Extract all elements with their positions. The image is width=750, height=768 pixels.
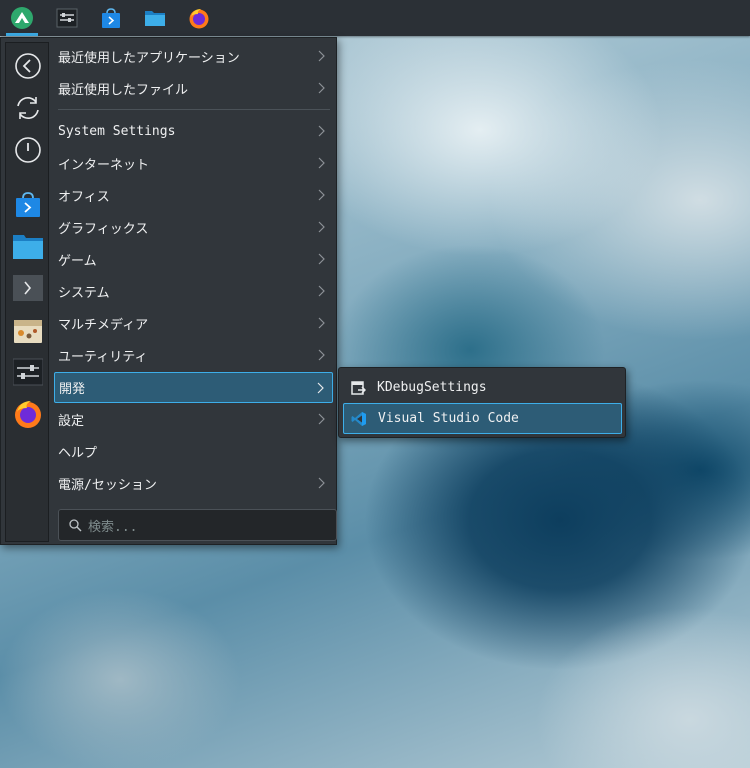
firefox-icon bbox=[14, 400, 41, 428]
chevron-right-icon bbox=[318, 477, 325, 489]
menu-item-recent-apps[interactable]: 最近使用したアプリケーション bbox=[54, 41, 333, 72]
menu-item-label: 最近使用したファイル bbox=[58, 83, 189, 98]
power-icon bbox=[14, 136, 41, 163]
chevron-right-icon bbox=[318, 349, 325, 361]
task-discover[interactable] bbox=[96, 3, 126, 33]
menu-item-system-settings[interactable]: System Settings bbox=[54, 116, 333, 147]
search-placeholder: 検索... bbox=[88, 519, 138, 535]
menu-item-label: 設定 bbox=[58, 414, 85, 429]
chevron-right-icon bbox=[318, 317, 325, 329]
favorite-folder[interactable] bbox=[11, 229, 44, 262]
submenu-item-label: KDebugSettings bbox=[377, 380, 487, 395]
menu-item-recent-files[interactable]: 最近使用したファイル bbox=[54, 73, 333, 104]
search-icon bbox=[69, 518, 82, 531]
submenu-item-kdebugsettings[interactable]: KDebugSettings bbox=[343, 372, 622, 403]
favorite-archive[interactable] bbox=[11, 313, 44, 346]
menu-separator bbox=[58, 109, 330, 110]
task-firefox[interactable] bbox=[184, 3, 214, 33]
settings-sliders-icon bbox=[12, 358, 43, 385]
development-submenu: KDebugSettings Visual Studio Code bbox=[338, 367, 626, 438]
menu-item-label: オフィス bbox=[58, 190, 110, 205]
chevron-right-icon bbox=[318, 413, 325, 425]
folder-icon bbox=[12, 234, 43, 259]
menu-item-settings[interactable]: 設定 bbox=[54, 404, 333, 435]
task-system-monitor[interactable] bbox=[52, 3, 82, 33]
chevron-right-icon bbox=[317, 382, 324, 394]
app-launcher-icon bbox=[11, 7, 33, 29]
menu-item-label: 最近使用したアプリケーション bbox=[58, 51, 240, 66]
search-input[interactable]: 検索... bbox=[58, 509, 337, 541]
menu-item-label: System Settings bbox=[58, 124, 176, 139]
chevron-right-icon bbox=[318, 189, 325, 201]
application-menu: 最近使用したアプリケーション 最近使用したファイル System Setting… bbox=[0, 37, 337, 545]
terminal-icon bbox=[12, 274, 43, 301]
menu-item-multimedia[interactable]: マルチメディア bbox=[54, 308, 333, 339]
favorites-sidebar bbox=[5, 42, 49, 542]
chevron-right-icon bbox=[318, 50, 325, 62]
favorite-system-settings[interactable] bbox=[11, 355, 44, 388]
submenu-item-label: Visual Studio Code bbox=[378, 411, 519, 426]
menu-item-development[interactable]: 開発 bbox=[54, 372, 333, 403]
menu-item-label: システム bbox=[58, 286, 110, 301]
favorite-firefox[interactable] bbox=[11, 397, 44, 430]
menu-item-games[interactable]: ゲーム bbox=[54, 244, 333, 275]
submenu-item-vscode[interactable]: Visual Studio Code bbox=[343, 403, 622, 434]
discover-store-icon bbox=[15, 191, 40, 217]
shutdown-button[interactable] bbox=[11, 133, 44, 166]
menu-item-label: グラフィックス bbox=[58, 222, 149, 237]
back-icon bbox=[14, 52, 41, 79]
back-button[interactable] bbox=[11, 49, 44, 82]
system-monitor-icon bbox=[56, 8, 78, 28]
menu-item-label: 電源/セッション bbox=[58, 478, 157, 493]
menu-item-label: インターネット bbox=[58, 158, 150, 173]
archive-icon bbox=[13, 319, 42, 343]
menu-item-internet[interactable]: インターネット bbox=[54, 148, 333, 179]
menu-item-system[interactable]: システム bbox=[54, 276, 333, 307]
favorite-terminal[interactable] bbox=[11, 271, 44, 304]
favorite-discover[interactable] bbox=[11, 187, 44, 220]
task-file-manager[interactable] bbox=[140, 3, 170, 33]
chevron-right-icon bbox=[318, 253, 325, 265]
vscode-icon bbox=[350, 410, 368, 428]
chevron-right-icon bbox=[318, 285, 325, 297]
menu-item-utilities[interactable]: ユーティリティ bbox=[54, 340, 333, 371]
kdebugsettings-icon bbox=[349, 379, 367, 397]
menu-item-label: マルチメディア bbox=[58, 318, 149, 333]
restart-button[interactable] bbox=[11, 91, 44, 124]
chevron-right-icon bbox=[318, 221, 325, 233]
menu-item-graphics[interactable]: グラフィックス bbox=[54, 212, 333, 243]
chevron-right-icon bbox=[318, 82, 325, 94]
discover-store-icon bbox=[102, 8, 120, 28]
menu-item-power-session[interactable]: 電源/セッション bbox=[54, 468, 333, 499]
menu-item-label: ユーティリティ bbox=[58, 350, 148, 365]
menu-item-label: 開発 bbox=[59, 382, 86, 397]
app-launcher-button[interactable] bbox=[6, 3, 38, 36]
firefox-icon bbox=[189, 9, 209, 29]
chevron-right-icon bbox=[318, 157, 325, 169]
menu-item-help[interactable]: ヘルプ bbox=[54, 436, 333, 467]
menu-item-office[interactable]: オフィス bbox=[54, 180, 333, 211]
chevron-right-icon bbox=[318, 125, 325, 137]
menu-item-label: ゲーム bbox=[58, 254, 97, 269]
refresh-icon bbox=[16, 96, 39, 119]
file-manager-icon bbox=[145, 11, 165, 26]
menu-item-label: ヘルプ bbox=[58, 446, 98, 461]
top-panel bbox=[0, 0, 750, 36]
